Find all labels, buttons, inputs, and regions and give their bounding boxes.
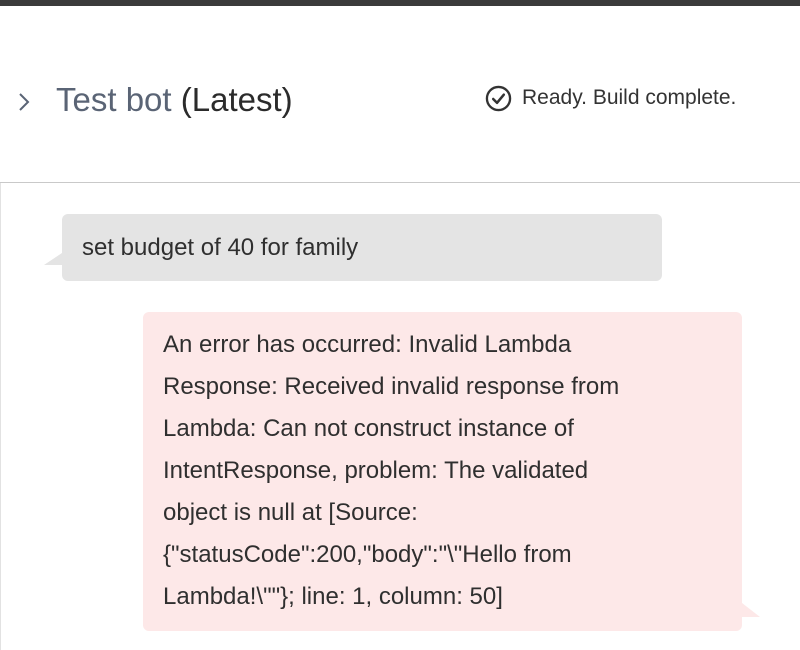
error-message-text: An error has occurred: Invalid Lambda Re… bbox=[163, 324, 722, 618]
check-circle-icon bbox=[485, 85, 512, 111]
error-message-line: IntentResponse, problem: The validated bbox=[163, 457, 589, 484]
user-message-bubble: set budget of 40 for family bbox=[44, 214, 662, 281]
error-message-line: An error has occurred: Invalid Lambda bbox=[163, 331, 572, 358]
build-status: Ready. Build complete. bbox=[485, 84, 736, 112]
error-message-line: Lambda!\""}; line: 1, column: 50] bbox=[163, 583, 503, 610]
version-label: (Latest) bbox=[180, 81, 293, 118]
user-message-text: set budget of 40 for family bbox=[82, 233, 359, 261]
panel-title: Test bot (Latest) bbox=[56, 80, 293, 120]
error-message-line: {"statusCode":200,"body":"\"Hello from bbox=[163, 541, 572, 568]
bot-name: Test bot bbox=[56, 81, 172, 118]
error-message-line: Response: Received invalid response from bbox=[163, 373, 620, 400]
build-status-text: Ready. Build complete. bbox=[522, 86, 737, 109]
test-bot-header: Test bot (Latest) Ready. Build complete. bbox=[0, 6, 800, 182]
error-message-line: object is null at [Source: bbox=[163, 499, 418, 526]
error-message-line: Lambda: Can not construct instance of bbox=[163, 415, 574, 442]
bubble-tail bbox=[44, 253, 62, 265]
chat-transcript: set budget of 40 for family An error has… bbox=[0, 183, 800, 650]
error-message-bubble: An error has occurred: Invalid Lambda Re… bbox=[143, 312, 760, 631]
collapse-toggle-button[interactable] bbox=[12, 90, 36, 114]
bubble-tail bbox=[742, 603, 760, 617]
chevron-right-icon bbox=[19, 93, 30, 111]
